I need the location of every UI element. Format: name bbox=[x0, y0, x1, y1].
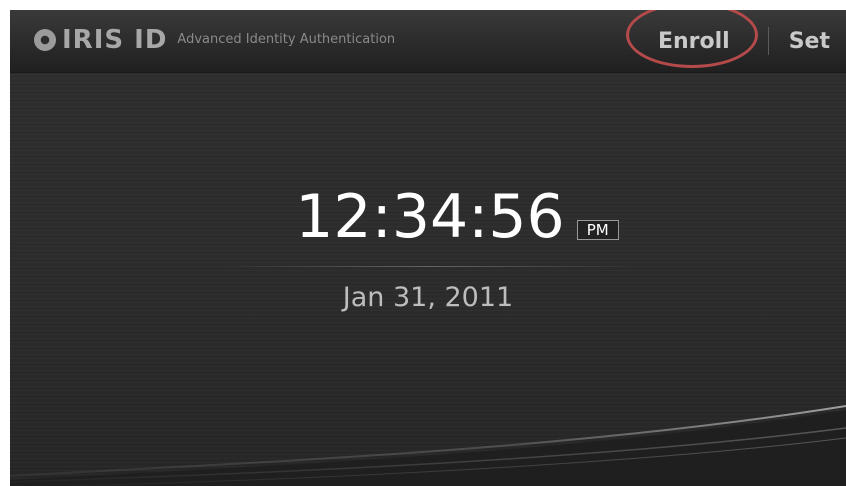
enroll-button[interactable]: Enroll bbox=[625, 10, 758, 68]
device-screen: IRIS ID Advanced Identity Authentication… bbox=[10, 10, 846, 486]
clock-display: 12:34:56 PM bbox=[10, 182, 846, 252]
brand-name: IRIS ID bbox=[62, 25, 168, 55]
decorative-swoosh bbox=[10, 405, 846, 486]
set-button[interactable]: Set bbox=[789, 29, 846, 54]
top-nav: Enroll Set bbox=[625, 10, 846, 72]
top-bar: IRIS ID Advanced Identity Authentication… bbox=[10, 10, 846, 73]
ampm-badge: PM bbox=[576, 220, 619, 240]
clock-date: Jan 31, 2011 bbox=[342, 282, 514, 313]
clock-time: 12:34:56 bbox=[295, 182, 565, 252]
brand-tagline: Advanced Identity Authentication bbox=[177, 32, 396, 47]
brand-logo: IRIS ID Advanced Identity Authentication bbox=[34, 24, 395, 56]
iris-logo-icon bbox=[34, 29, 56, 51]
nav-divider bbox=[767, 27, 769, 55]
clock-divider bbox=[220, 266, 640, 267]
